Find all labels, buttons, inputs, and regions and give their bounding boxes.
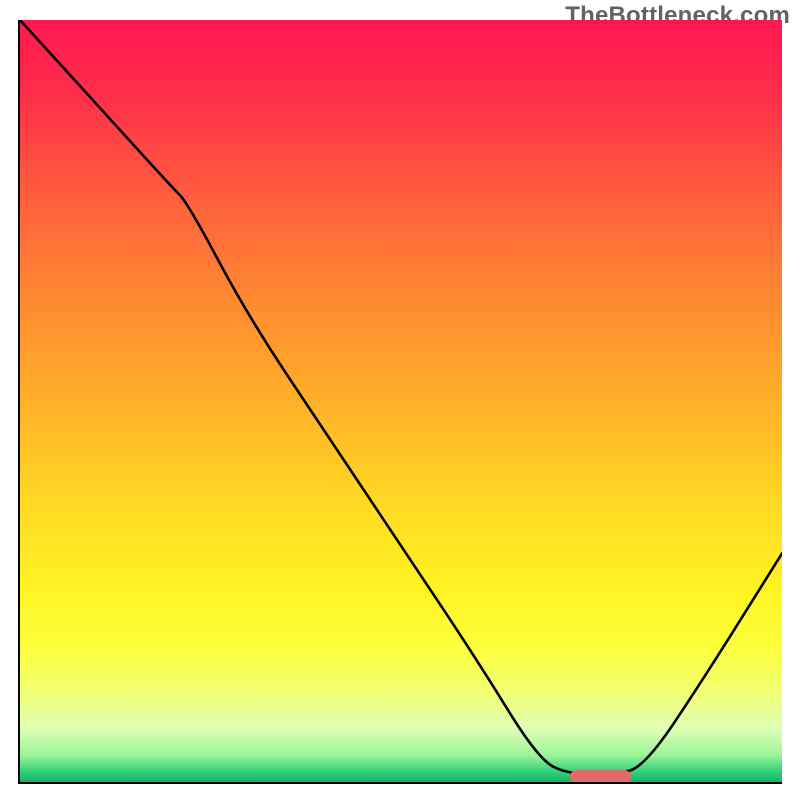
plot-area xyxy=(18,20,782,784)
bottleneck-curve xyxy=(20,20,782,782)
optimal-range-marker xyxy=(570,770,631,784)
chart-stage: TheBottleneck.com xyxy=(0,0,800,800)
